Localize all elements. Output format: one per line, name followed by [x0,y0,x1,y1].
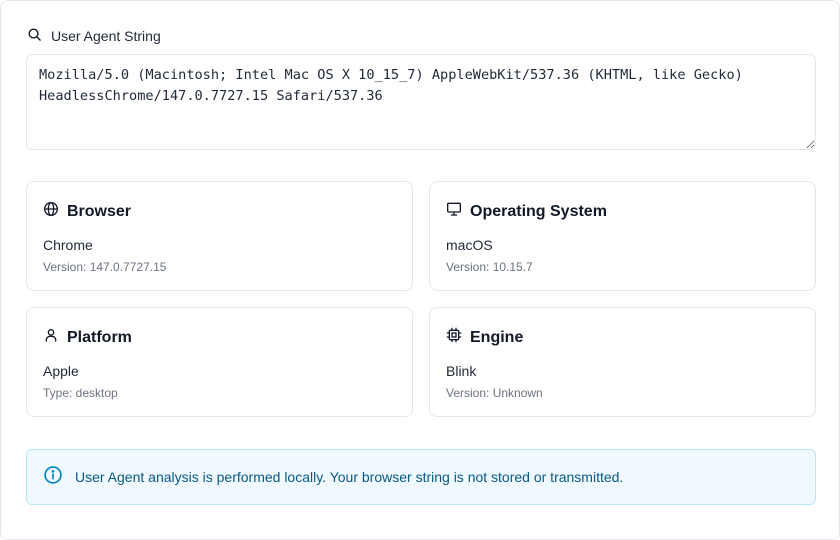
platform-card-header: Platform [43,327,132,348]
privacy-notice-text: User Agent analysis is performed locally… [75,469,624,485]
os-name: macOS [446,237,493,253]
engine-card: Engine Blink Version: Unknown [429,307,816,417]
info-icon [43,465,63,490]
engine-name: Blink [446,363,477,379]
user-icon [43,327,59,348]
platform-card-title: Platform [67,328,132,346]
globe-icon [43,201,59,222]
os-card-title: Operating System [470,202,607,220]
ua-section-label: User Agent String [51,28,161,44]
platform-card: Platform Apple Type: desktop [26,307,413,417]
engine-card-title: Engine [470,328,524,346]
cpu-icon [446,327,462,348]
engine-card-header: Engine [446,327,523,348]
engine-version: Version: Unknown [446,386,543,400]
monitor-icon [446,201,462,222]
browser-card-title: Browser [67,202,132,220]
browser-name: Chrome [43,237,93,253]
privacy-notice: User Agent analysis is performed locally… [26,449,816,505]
platform-type: Type: desktop [43,386,118,400]
browser-version: Version: 147.0.7727.15 [43,260,167,274]
search-icon [27,27,42,45]
user-agent-panel: User Agent String Mozilla/5.0 (Macintosh… [0,0,840,540]
platform-vendor: Apple [43,363,79,379]
browser-card: Browser Chrome Version: 147.0.7727.15 [26,181,413,291]
ua-section-header: User Agent String [27,27,161,45]
os-card-header: Operating System [446,201,607,222]
browser-card-header: Browser [43,201,131,222]
os-card: Operating System macOS Version: 10.15.7 [429,181,816,291]
user-agent-textarea[interactable]: Mozilla/5.0 (Macintosh; Intel Mac OS X 1… [26,54,816,150]
os-version: Version: 10.15.7 [446,260,533,274]
